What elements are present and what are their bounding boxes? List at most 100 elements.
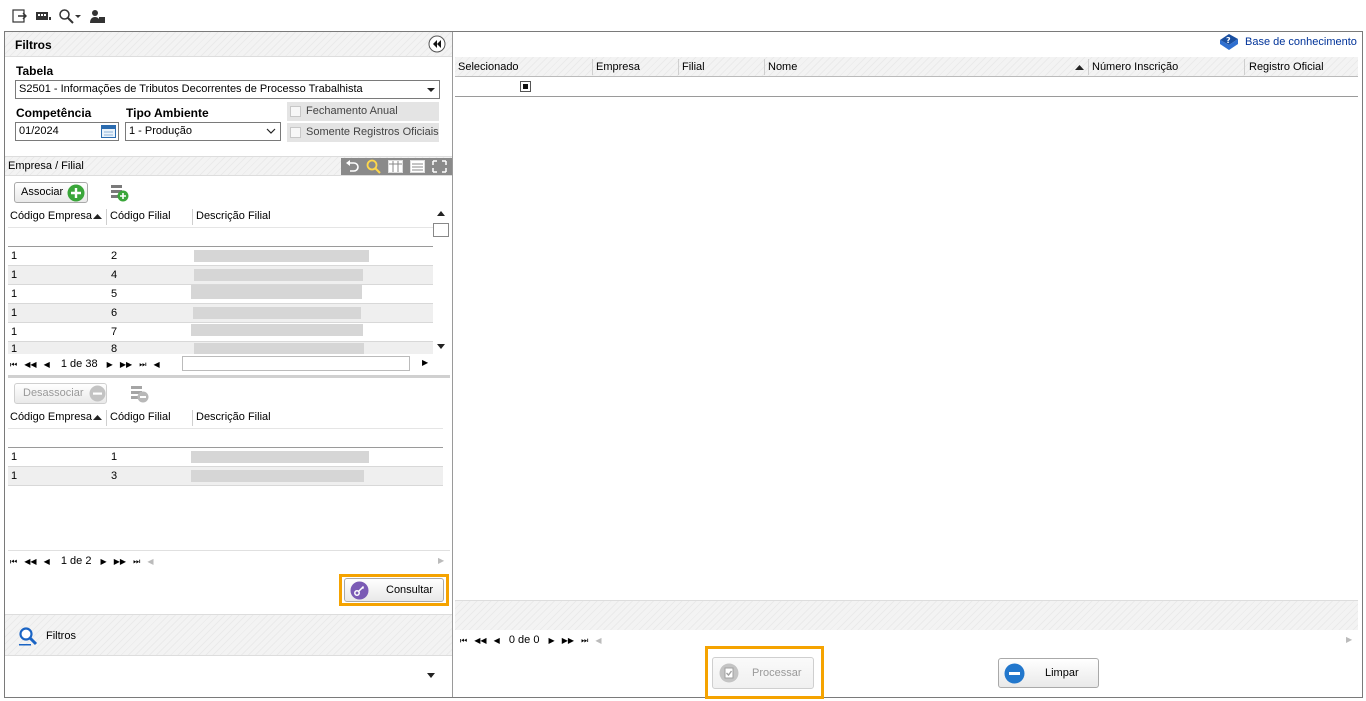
collapse-icon[interactable] (428, 35, 446, 53)
col-descricao-filial[interactable]: Descrição Filial (196, 206, 271, 227)
col-descricao-filial[interactable]: Descrição Filial (196, 407, 271, 428)
expand-icon[interactable] (432, 160, 447, 173)
prev-icon[interactable]: ◀ (44, 557, 50, 566)
redacted-description (191, 451, 369, 463)
prev-icon[interactable]: ◀ (494, 636, 500, 645)
results-filter-row[interactable] (455, 77, 1358, 97)
selected-grid-header: Código Empresa Código Filial Descrição F… (8, 407, 444, 428)
grid-tools (341, 158, 452, 175)
redacted-description (191, 470, 364, 482)
scroll-left-icon[interactable]: ◀ (153, 360, 159, 369)
user-icon[interactable] (89, 8, 105, 24)
tabela-select[interactable]: S2501 - Informações de Tributos Decorren… (15, 80, 440, 99)
fechamento-anual-checkbox[interactable]: Fechamento Anual (287, 102, 439, 121)
table-row[interactable]: 1 7 (8, 323, 433, 342)
col-codigo-filial[interactable]: Código Filial (110, 407, 171, 428)
prev-page-icon[interactable]: ◀◀ (24, 360, 36, 369)
last-page-icon[interactable]: ⏭ (133, 557, 140, 566)
table-row[interactable]: 1 6 (8, 304, 433, 323)
scroll-right-icon[interactable]: ▶ (422, 358, 428, 367)
cell-empresa: 1 (11, 451, 18, 463)
redacted-description (191, 285, 362, 299)
last-page-icon[interactable]: ⏭ (139, 360, 146, 369)
col-registro-oficial[interactable]: Registro Oficial (1249, 61, 1324, 73)
next-page-icon[interactable]: ▶▶ (114, 557, 126, 566)
table-row[interactable]: 1 3 (8, 467, 443, 486)
scroll-left-icon[interactable]: ◀ (595, 636, 601, 645)
competencia-value: 01/2024 (19, 125, 59, 137)
table-row[interactable]: 1 1 (8, 448, 443, 467)
col-selecionado[interactable]: Selecionado (458, 61, 519, 73)
consultar-button[interactable]: Consultar (344, 578, 444, 602)
keyboard-icon[interactable] (35, 8, 51, 24)
column-separator (106, 410, 107, 426)
select-all-checkbox[interactable] (520, 81, 531, 92)
remove-all-icon[interactable] (130, 384, 149, 403)
scroll-right-icon[interactable]: ▶ (1346, 635, 1352, 644)
chevron-down-icon (266, 128, 276, 134)
cell-filial: 8 (111, 343, 118, 354)
associar-button[interactable]: Associar (14, 182, 88, 203)
chevron-down-icon[interactable] (74, 8, 82, 24)
remove-icon (89, 385, 106, 402)
next-page-icon[interactable]: ▶▶ (562, 636, 574, 645)
first-page-icon[interactable]: ⏮ (10, 557, 17, 566)
processar-button[interactable]: Processar (712, 657, 814, 689)
filter-row[interactable] (8, 227, 433, 247)
scroll-up-icon[interactable] (437, 211, 445, 216)
table-row[interactable]: 1 8 (8, 342, 433, 354)
desassociar-button[interactable]: Desassociar (14, 383, 107, 404)
next-icon[interactable]: ▶ (101, 557, 107, 566)
col-filial[interactable]: Filial (682, 61, 705, 73)
calendar-icon[interactable] (101, 125, 116, 138)
col-codigo-filial[interactable]: Código Filial (110, 206, 171, 227)
column-separator (678, 59, 679, 75)
prev-icon[interactable]: ◀ (44, 360, 50, 369)
cell-filial: 3 (111, 470, 118, 482)
base-conhecimento-link[interactable]: ? Base de conhecimento (1218, 33, 1358, 51)
filters-title: Filtros (15, 38, 52, 52)
col-numero-inscricao[interactable]: Número Inscrição (1092, 61, 1178, 73)
competencia-input[interactable]: 01/2024 (15, 122, 119, 141)
process-icon (719, 663, 739, 683)
scroll-down-icon[interactable] (437, 344, 445, 349)
col-codigo-empresa[interactable]: Código Empresa (10, 407, 92, 428)
nav-filtros[interactable]: Filtros (5, 614, 452, 656)
filter-row[interactable] (8, 428, 443, 448)
scroll-thumb[interactable] (433, 223, 449, 237)
first-page-icon[interactable]: ⏮ (460, 636, 467, 645)
limpar-button[interactable]: Limpar (998, 658, 1099, 688)
search-icon[interactable] (366, 159, 381, 174)
last-page-icon[interactable]: ⏭ (581, 636, 588, 645)
tabela-value: S2501 - Informações de Tributos Decorren… (19, 83, 363, 95)
add-all-icon[interactable] (110, 183, 129, 202)
column-separator (106, 209, 107, 225)
scroll-right-icon[interactable]: ▶ (438, 556, 444, 565)
undo-icon[interactable] (345, 160, 359, 173)
prev-page-icon[interactable]: ◀◀ (24, 557, 36, 566)
column-separator (1244, 59, 1245, 75)
table-row[interactable]: 1 4 (8, 266, 433, 285)
col-codigo-empresa[interactable]: Código Empresa (10, 206, 92, 227)
next-icon[interactable]: ▶ (549, 636, 555, 645)
col-nome[interactable]: Nome (768, 61, 797, 73)
horizontal-scroll-thumb[interactable] (182, 356, 410, 371)
somente-oficiais-checkbox[interactable]: Somente Registros Oficiais (287, 123, 439, 142)
splitter[interactable] (8, 375, 450, 378)
tipo-ambiente-select[interactable]: 1 - Produção (125, 122, 281, 141)
list-icon[interactable] (410, 160, 425, 173)
table-row[interactable]: 1 5 (8, 285, 433, 304)
expand-down-icon[interactable] (427, 673, 435, 678)
next-page-icon[interactable]: ▶▶ (120, 360, 132, 369)
col-empresa[interactable]: Empresa (596, 61, 640, 73)
search-icon[interactable] (58, 8, 74, 24)
next-icon[interactable]: ▶ (107, 360, 113, 369)
competencia-label: Competência (16, 106, 92, 120)
prev-page-icon[interactable]: ◀◀ (474, 636, 486, 645)
columns-icon[interactable] (388, 160, 403, 173)
first-page-icon[interactable]: ⏮ (10, 360, 17, 369)
vertical-scrollbar[interactable] (433, 206, 449, 354)
scroll-left-icon[interactable]: ◀ (147, 557, 153, 566)
exit-icon[interactable] (12, 8, 28, 24)
table-row[interactable]: 1 2 (8, 247, 433, 266)
